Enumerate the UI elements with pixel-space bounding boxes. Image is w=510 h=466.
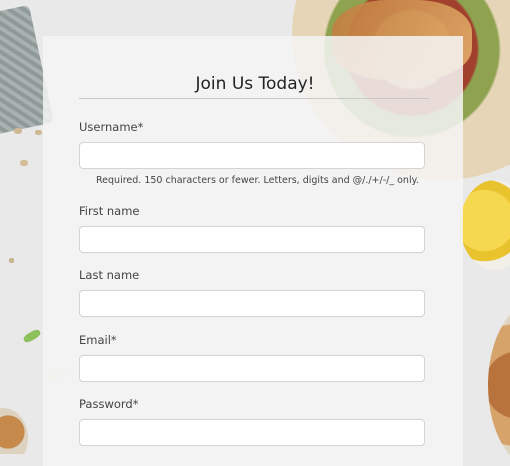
- title-divider: [79, 98, 429, 99]
- nut-decoration: [35, 130, 42, 135]
- email-input[interactable]: [79, 355, 425, 382]
- food-plate-decoration: [488, 300, 510, 454]
- username-label: Username*: [79, 120, 144, 134]
- username-help-text: Required. 150 characters or fewer. Lette…: [96, 175, 419, 186]
- nut-decoration: [9, 258, 14, 263]
- last-name-label: Last name: [79, 268, 140, 282]
- first-name-input[interactable]: [79, 226, 425, 253]
- herb-decoration: [22, 328, 42, 344]
- lemon-decoration: [460, 180, 510, 270]
- email-label: Email*: [79, 333, 117, 347]
- nut-decoration: [14, 128, 22, 134]
- password-input[interactable]: [79, 419, 425, 446]
- form-title: Join Us Today!: [195, 74, 315, 94]
- first-name-label: First name: [79, 204, 140, 218]
- password-label: Password*: [79, 397, 139, 411]
- food-plate-decoration: [0, 408, 28, 454]
- last-name-input[interactable]: [79, 290, 425, 317]
- nut-decoration: [20, 160, 28, 166]
- username-input[interactable]: [79, 142, 425, 169]
